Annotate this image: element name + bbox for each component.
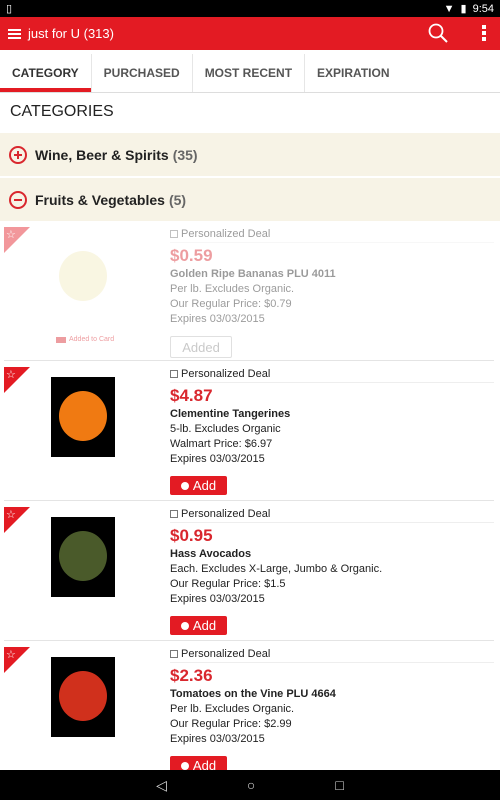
app-title: just for U (313) xyxy=(28,26,114,41)
deal-type: Personalized Deal xyxy=(181,648,271,660)
deal-price: $4.87 xyxy=(170,386,213,405)
search-icon[interactable] xyxy=(428,23,448,43)
add-icon xyxy=(180,621,189,630)
deal-price: $0.59 xyxy=(170,246,213,265)
deal-price: $2.36 xyxy=(170,666,213,685)
category-count: (35) xyxy=(172,146,198,163)
product-description: Each. Excludes X-Large, Jumbo & Organic. xyxy=(170,563,383,575)
product-name: Tomatoes on the Vine PLU 4664 xyxy=(170,688,336,700)
regular-price: Our Regular Price: $2.99 xyxy=(170,718,292,730)
more-options-icon[interactable] xyxy=(482,25,486,41)
regular-price: Our Regular Price: $0.79 xyxy=(170,298,292,310)
section-title: CATEGORIES xyxy=(10,103,114,120)
navigation-bar: ◁ ○ □ xyxy=(0,770,500,800)
added-to-card-label: Added to Card xyxy=(56,336,114,343)
wifi-icon: ▼ xyxy=(443,2,455,15)
expiration-date: Expires 03/03/2015 xyxy=(170,313,265,325)
collapse-icon xyxy=(9,190,27,209)
category-count: (5) xyxy=(168,191,187,208)
menu-icon[interactable] xyxy=(8,28,21,39)
add-icon xyxy=(180,761,189,770)
expiration-date: Expires 03/03/2015 xyxy=(170,453,265,465)
tab-bar: CATEGORY PURCHASED MOST RECENT EXPIRATIO… xyxy=(0,50,500,93)
product-description: Per lb. Excludes Organic. xyxy=(170,283,295,295)
app-bar: just for U (313) xyxy=(0,17,500,50)
star-icon: ☆ xyxy=(6,229,16,241)
favorite-ribbon[interactable]: ☆ xyxy=(4,227,30,253)
recents-icon[interactable]: □ xyxy=(335,777,343,793)
star-icon: ☆ xyxy=(6,369,16,381)
battery-icon: ▮ xyxy=(460,3,467,15)
deal-item: ☆ Personalized Deal $4.87 Clementine Tan… xyxy=(4,361,494,501)
favorite-ribbon[interactable]: ☆ xyxy=(4,367,30,393)
status-bar: ▯ ▼ ▮ 9:54 xyxy=(0,0,500,17)
add-button[interactable]: Add xyxy=(170,476,227,495)
product-description: Per lb. Excludes Organic. xyxy=(170,703,295,715)
deal-item: ☆ Personalized Deal $2.36 Tomatoes on th… xyxy=(4,641,494,781)
product-image xyxy=(51,237,115,317)
home-icon[interactable]: ○ xyxy=(247,777,255,793)
regular-price: Our Regular Price: $1.5 xyxy=(170,578,286,590)
clock: 9:54 xyxy=(472,2,494,15)
product-name: Golden Ripe Bananas PLU 4011 xyxy=(170,268,336,280)
product-name: Clementine Tangerines xyxy=(170,408,291,420)
add-icon xyxy=(180,481,189,490)
deal-icon xyxy=(170,370,178,378)
product-image xyxy=(51,517,115,597)
tab-expiration[interactable]: EXPIRATION xyxy=(305,54,401,92)
deal-icon xyxy=(170,510,178,518)
deal-price: $0.95 xyxy=(170,526,213,545)
expiration-date: Expires 03/03/2015 xyxy=(170,733,265,745)
tab-most-recent[interactable]: MOST RECENT xyxy=(193,54,306,92)
product-name: Hass Avocados xyxy=(170,548,252,560)
product-image xyxy=(51,377,115,457)
star-icon: ☆ xyxy=(6,509,16,521)
category-wine-beer-spirits[interactable]: Wine, Beer & Spirits (35) xyxy=(0,133,500,176)
deal-type: Personalized Deal xyxy=(181,508,271,520)
regular-price: Walmart Price: $6.97 xyxy=(170,438,273,450)
category-name: Wine, Beer & Spirits xyxy=(35,146,169,163)
product-description: 5-lb. Excludes Organic xyxy=(170,423,281,435)
deal-item: ☆ Personalized Deal $0.95 Hass Avocados … xyxy=(4,501,494,641)
deal-type: Personalized Deal xyxy=(181,368,271,380)
category-name: Fruits & Vegetables xyxy=(35,191,165,208)
deal-item: ☆ Added to Card Personalized Deal $0.59 … xyxy=(4,221,494,361)
star-icon: ☆ xyxy=(6,649,16,661)
added-button[interactable]: Added xyxy=(170,336,232,358)
card-icon xyxy=(56,336,66,343)
tab-purchased[interactable]: PURCHASED xyxy=(92,54,193,92)
deal-type: Personalized Deal xyxy=(181,228,271,240)
expand-icon xyxy=(9,145,27,164)
notification-icon: ▯ xyxy=(6,3,13,15)
deal-icon xyxy=(170,650,178,658)
tab-category[interactable]: CATEGORY xyxy=(0,54,92,92)
expiration-date: Expires 03/03/2015 xyxy=(170,593,265,605)
category-fruits-vegetables[interactable]: Fruits & Vegetables (5) xyxy=(0,178,500,221)
favorite-ribbon[interactable]: ☆ xyxy=(4,507,30,533)
add-button[interactable]: Add xyxy=(170,616,227,635)
back-icon[interactable]: ◁ xyxy=(156,777,167,794)
deal-icon xyxy=(170,230,178,238)
product-image xyxy=(51,657,115,737)
favorite-ribbon[interactable]: ☆ xyxy=(4,647,30,673)
